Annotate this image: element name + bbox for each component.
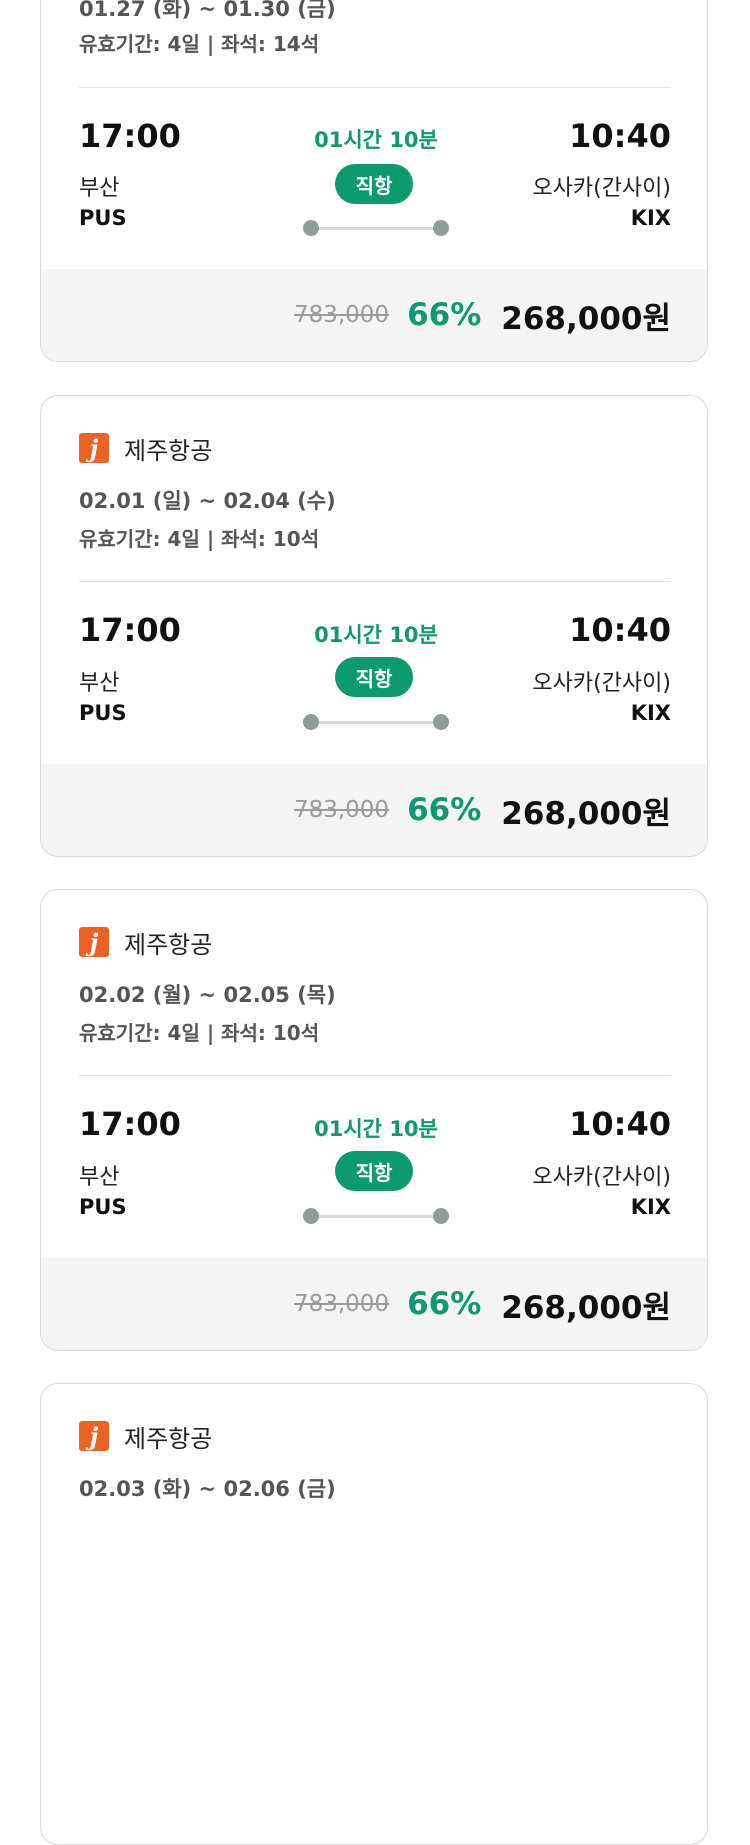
airline-row: j 제주항공 bbox=[79, 1420, 213, 1453]
arrival-time: 10:40 bbox=[569, 1105, 671, 1143]
arrival-code: KIX bbox=[630, 701, 671, 725]
price-area: 783,000 66% 268,000원 bbox=[41, 764, 707, 856]
airline-name: 제주항공 bbox=[124, 1424, 213, 1453]
discount-rate: 66% bbox=[407, 297, 482, 333]
discount-rate: 66% bbox=[407, 1286, 482, 1322]
jeju-air-logo-icon: j bbox=[79, 927, 109, 957]
route-bar bbox=[311, 721, 441, 724]
discount-rate: 66% bbox=[407, 792, 482, 828]
direct-flight-badge: 직항 bbox=[335, 1151, 413, 1191]
arrival-city: 오사카(간사이) bbox=[532, 176, 671, 201]
jeju-air-logo-icon: j bbox=[79, 1421, 109, 1451]
arrival-code: KIX bbox=[630, 206, 671, 230]
final-price: 268,000원 bbox=[501, 795, 671, 832]
validity-seats: 유효기간: 4일 | 좌석: 10석 bbox=[79, 1021, 320, 1045]
flight-card[interactable]: j 제주항공 02.02 (월) ~ 02.05 (목) 유효기간: 4일 | … bbox=[40, 889, 708, 1351]
route-line bbox=[303, 714, 449, 730]
price-area: 783,000 66% 268,000원 bbox=[41, 269, 707, 361]
flight-card[interactable]: j 제주항공 02.03 (화) ~ 02.06 (금) bbox=[40, 1383, 708, 1845]
airline-row: j 제주항공 bbox=[79, 432, 213, 465]
destination-dot bbox=[433, 1208, 449, 1224]
original-price: 783,000 bbox=[293, 302, 390, 328]
origin-dot bbox=[303, 1208, 319, 1224]
route-bar bbox=[311, 227, 441, 230]
departure-city: 부산 bbox=[79, 176, 120, 201]
departure-time: 17:00 bbox=[79, 611, 181, 649]
jeju-air-logo-icon: j bbox=[79, 433, 109, 463]
airline-row: j 제주항공 bbox=[79, 926, 213, 959]
airline-name: 제주항공 bbox=[124, 436, 213, 465]
flight-card[interactable]: j 제주항공 02.01 (일) ~ 02.04 (수) 유효기간: 4일 | … bbox=[40, 395, 708, 857]
departure-code: PUS bbox=[79, 701, 127, 725]
departure-city: 부산 bbox=[79, 671, 120, 696]
final-price: 268,000원 bbox=[501, 300, 671, 337]
flight-card[interactable]: 01.27 (화) ~ 01.30 (금) 유효기간: 4일 | 좌석: 14석… bbox=[40, 0, 708, 362]
departure-time: 17:00 bbox=[79, 117, 181, 155]
airline-name: 제주항공 bbox=[124, 930, 213, 959]
direct-flight-badge: 직항 bbox=[335, 164, 413, 204]
card-divider bbox=[79, 581, 671, 582]
original-price: 783,000 bbox=[293, 797, 390, 823]
route-line bbox=[303, 220, 449, 236]
card-divider bbox=[79, 1075, 671, 1076]
route-bar bbox=[311, 1215, 441, 1218]
travel-dates: 02.01 (일) ~ 02.04 (수) bbox=[79, 489, 336, 513]
direct-flight-badge: 직항 bbox=[335, 657, 413, 697]
travel-dates: 02.02 (월) ~ 02.05 (목) bbox=[79, 983, 336, 1007]
origin-dot bbox=[303, 714, 319, 730]
departure-time: 17:00 bbox=[79, 1105, 181, 1143]
validity-seats: 유효기간: 4일 | 좌석: 10석 bbox=[79, 527, 320, 551]
flight-duration: 01시간 10분 bbox=[314, 1117, 438, 1141]
destination-dot bbox=[433, 714, 449, 730]
arrival-city: 오사카(간사이) bbox=[532, 671, 671, 696]
flight-duration: 01시간 10분 bbox=[314, 128, 438, 152]
price-area: 783,000 66% 268,000원 bbox=[41, 1258, 707, 1350]
card-divider bbox=[79, 87, 671, 88]
arrival-city: 오사카(간사이) bbox=[532, 1165, 671, 1190]
arrival-time: 10:40 bbox=[569, 117, 671, 155]
arrival-code: KIX bbox=[630, 1195, 671, 1219]
validity-seats: 유효기간: 4일 | 좌석: 14석 bbox=[79, 32, 320, 56]
flight-duration: 01시간 10분 bbox=[314, 623, 438, 647]
departure-code: PUS bbox=[79, 1195, 127, 1219]
origin-dot bbox=[303, 220, 319, 236]
destination-dot bbox=[433, 220, 449, 236]
route-line bbox=[303, 1208, 449, 1224]
travel-dates: 02.03 (화) ~ 02.06 (금) bbox=[79, 1477, 336, 1501]
arrival-time: 10:40 bbox=[569, 611, 671, 649]
departure-city: 부산 bbox=[79, 1165, 120, 1190]
original-price: 783,000 bbox=[293, 1291, 390, 1317]
departure-code: PUS bbox=[79, 206, 127, 230]
travel-dates: 01.27 (화) ~ 01.30 (금) bbox=[79, 0, 336, 21]
final-price: 268,000원 bbox=[501, 1289, 671, 1326]
